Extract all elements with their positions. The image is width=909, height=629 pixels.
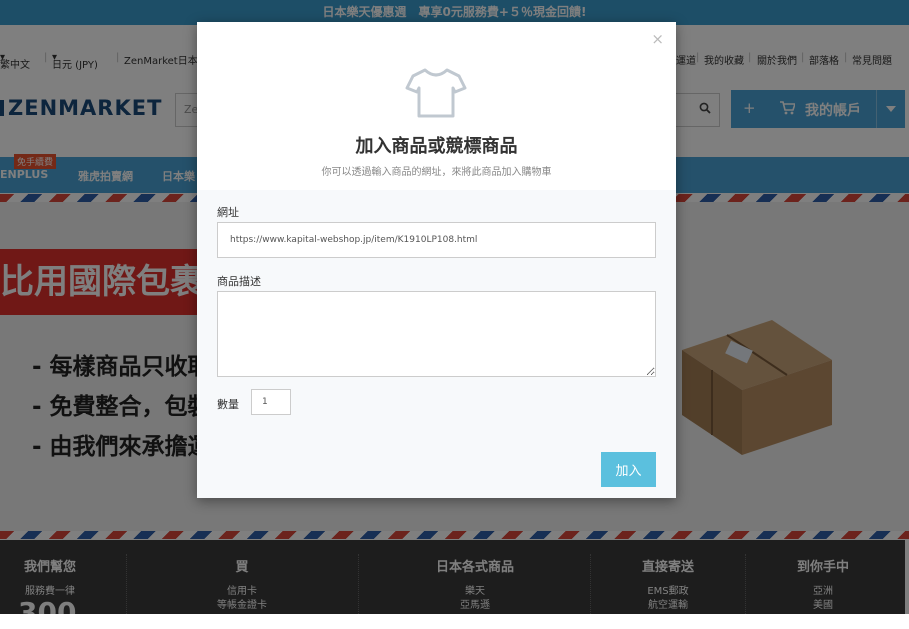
add-item-form: 網址 商品描述 數量 加入 xyxy=(197,190,676,498)
url-label: 網址 xyxy=(217,206,239,219)
add-button[interactable]: 加入 xyxy=(601,452,656,487)
modal-subtitle: 你可以透過輸入商品的網址，來將此商品加入購物車 xyxy=(321,167,552,178)
tshirt-icon xyxy=(405,68,467,118)
url-input[interactable] xyxy=(217,222,656,258)
add-item-modal: × 加入商品或競標商品 你可以透過輸入商品的網址，來將此商品加入購物車 網址 商… xyxy=(197,22,676,498)
quantity-label: 數量 xyxy=(217,398,239,411)
description-textarea[interactable] xyxy=(217,291,656,377)
description-label: 商品描述 xyxy=(217,275,261,288)
close-icon[interactable]: × xyxy=(651,30,664,48)
modal-title: 加入商品或競標商品 xyxy=(355,136,518,157)
quantity-input[interactable] xyxy=(251,389,291,415)
